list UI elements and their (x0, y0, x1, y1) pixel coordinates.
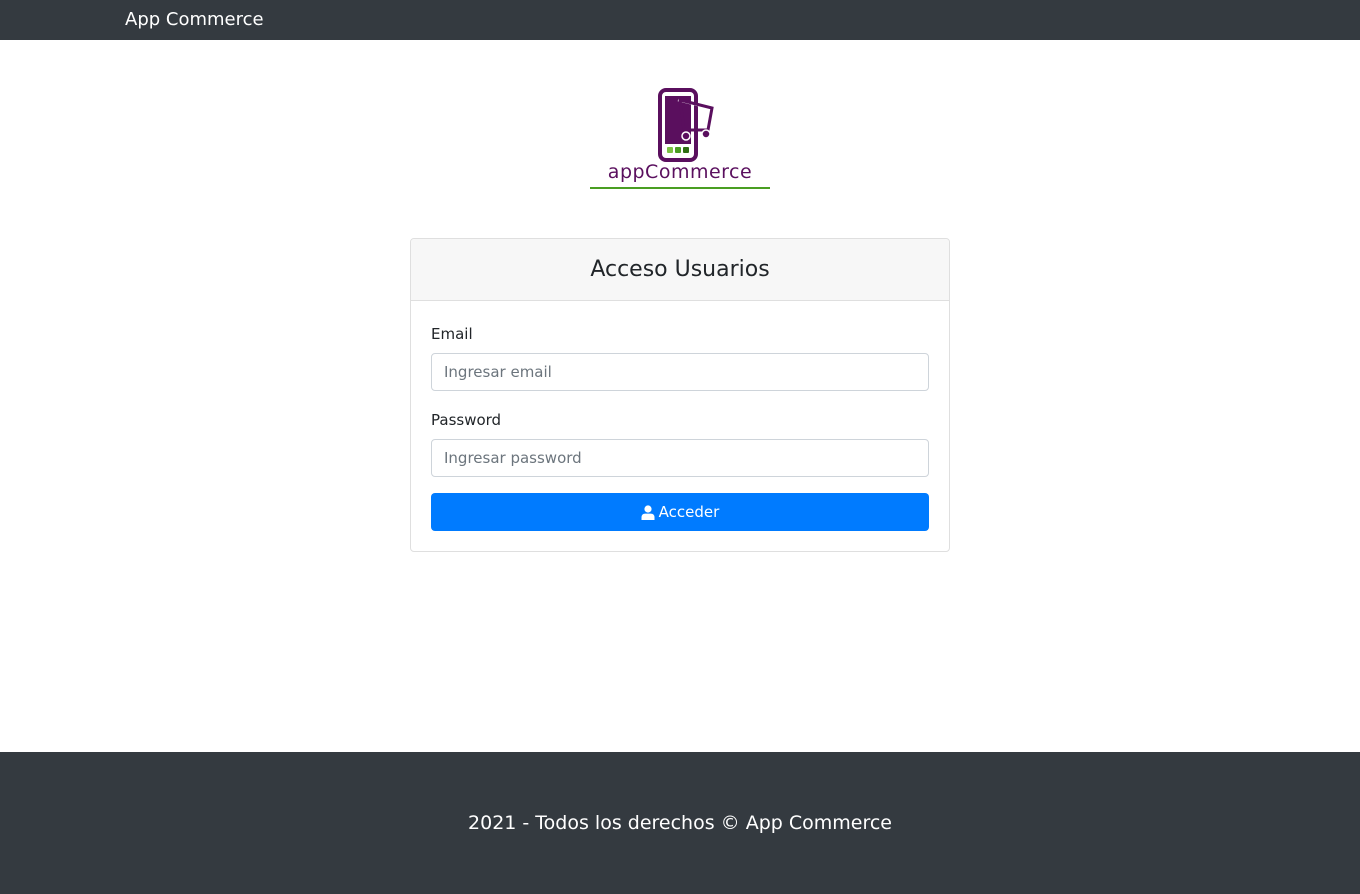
password-field[interactable] (431, 439, 929, 477)
footer-text: 2021 - Todos los derechos © App Commerce (468, 812, 892, 834)
card-title: Acceso Usuarios (590, 257, 770, 282)
logo-underline (590, 187, 770, 189)
email-field[interactable] (431, 353, 929, 391)
login-card: Acceso Usuarios Email Password Acceder (410, 238, 950, 552)
acceder-label: Acceder (658, 503, 720, 521)
app-logo: appCommerce (588, 86, 772, 192)
password-label: Password (431, 411, 502, 429)
acceder-button[interactable]: Acceder (431, 493, 929, 531)
top-navbar: App Commerce (0, 0, 1360, 40)
footer: 2021 - Todos los derechos © App Commerce (0, 752, 1360, 894)
navbar-brand[interactable]: App Commerce (125, 8, 264, 32)
logo-text: appCommerce (607, 161, 753, 183)
email-label: Email (431, 325, 473, 343)
user-icon (641, 504, 655, 520)
phone-cart-icon (658, 88, 714, 162)
card-header: Acceso Usuarios (411, 239, 949, 301)
card-body: Email Password Acceder (411, 301, 949, 551)
